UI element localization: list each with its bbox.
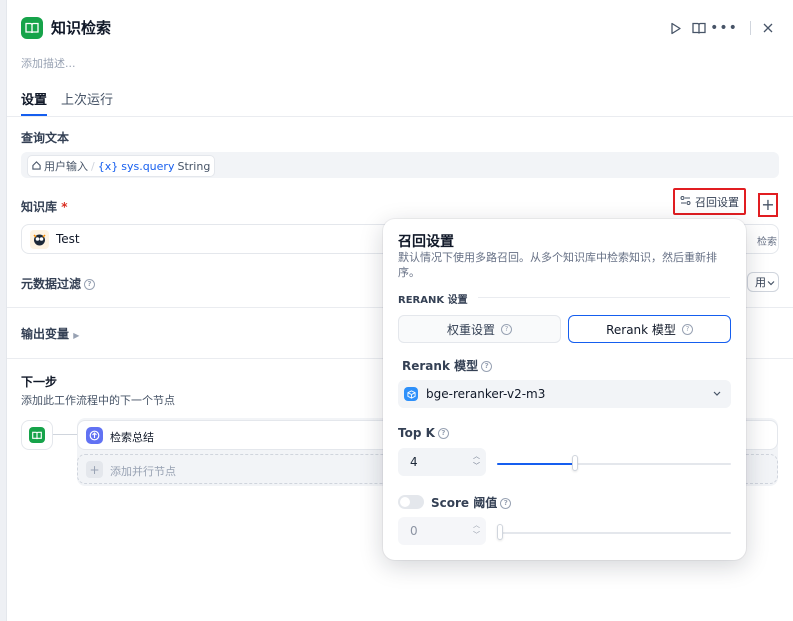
header-divider bbox=[750, 21, 751, 35]
more-icon[interactable]: ••• bbox=[710, 18, 737, 38]
required-mark: * bbox=[61, 200, 68, 214]
slider-thumb[interactable] bbox=[572, 455, 579, 471]
node-title[interactable]: 知识检索 bbox=[51, 17, 111, 39]
current-node-icon bbox=[21, 420, 53, 450]
stepper-up-icon[interactable]: ︿ bbox=[473, 451, 480, 461]
variable-name: sys.query bbox=[121, 159, 175, 173]
help-icon[interactable]: ? bbox=[681, 323, 693, 335]
score-threshold-toggle[interactable] bbox=[398, 495, 424, 509]
recall-settings-button[interactable]: 召回设置 bbox=[673, 188, 746, 215]
tab-last-run[interactable]: 上次运行 bbox=[61, 92, 113, 110]
slider-thumb[interactable] bbox=[497, 524, 503, 540]
metadata-filter-label: 元数据过滤? bbox=[21, 275, 96, 292]
knowledge-book-icon bbox=[21, 17, 43, 39]
help-icon[interactable]: ? bbox=[84, 279, 96, 290]
top-k-slider[interactable] bbox=[497, 455, 731, 471]
variable-source: 用户输入 bbox=[44, 160, 88, 173]
add-knowledge-button[interactable]: + bbox=[758, 193, 778, 217]
section-divider bbox=[478, 297, 730, 298]
help-icon[interactable]: ? bbox=[500, 498, 512, 509]
help-icon[interactable]: ? bbox=[501, 323, 512, 335]
close-icon[interactable] bbox=[758, 18, 778, 38]
variable-brace-icon: {x} bbox=[97, 159, 119, 173]
score-threshold-input[interactable]: 0 ︿ ﹀ bbox=[398, 517, 486, 545]
sliders-icon bbox=[680, 195, 691, 208]
summary-node-icon bbox=[86, 427, 103, 444]
home-icon bbox=[32, 160, 41, 173]
help-icon[interactable]: ? bbox=[481, 361, 493, 372]
stepper-down-icon[interactable]: ﹀ bbox=[473, 530, 480, 540]
knowledge-name: Test bbox=[56, 232, 80, 246]
caret-right-icon: ▶ bbox=[73, 331, 80, 340]
knowledge-book-icon bbox=[29, 427, 45, 443]
knowledge-retrieval-mode[interactable]: 检索 bbox=[757, 233, 777, 248]
next-step-label: 下一步 bbox=[21, 375, 58, 389]
path-separator: / bbox=[91, 159, 95, 173]
popover-description: 默认情况下使用多路召回。从多个知识库中检索知识，然后重新排序。 bbox=[398, 251, 717, 279]
knowledge-avatar-icon bbox=[30, 230, 49, 249]
knowledge-label: 知识库 * bbox=[21, 200, 68, 214]
description-input[interactable]: 添加描述... bbox=[21, 55, 76, 71]
top-k-label: Top K? bbox=[398, 426, 449, 440]
query-label: 查询文本 bbox=[21, 131, 70, 145]
query-variable-field[interactable]: 用户输入 / {x} sys.query String bbox=[21, 152, 779, 178]
toggle-knob bbox=[400, 497, 410, 507]
node-connector bbox=[53, 434, 77, 435]
stepper-down-icon[interactable]: ﹀ bbox=[473, 461, 480, 471]
book-open-icon[interactable] bbox=[689, 18, 709, 38]
recall-settings-popover: 召回设置 默认情况下使用多路召回。从多个知识库中检索知识，然后重新排序。 RER… bbox=[383, 219, 746, 560]
model-name: bge-reranker-v2-m3 bbox=[426, 387, 546, 401]
output-variables-toggle[interactable]: 输出变量 ▶ bbox=[21, 325, 79, 342]
next-node-label: 检索总结 bbox=[110, 431, 154, 444]
tab-weight-settings[interactable]: 权重设置? bbox=[398, 315, 561, 343]
score-threshold-label: Score 阈值? bbox=[431, 494, 512, 511]
popover-title: 召回设置 bbox=[398, 234, 454, 250]
tabs-divider bbox=[7, 116, 793, 117]
model-cube-icon bbox=[404, 387, 418, 401]
top-k-input[interactable]: 4 ︿ ﹀ bbox=[398, 448, 486, 476]
stepper-up-icon[interactable]: ︿ bbox=[473, 520, 480, 530]
help-icon[interactable]: ? bbox=[437, 428, 449, 439]
plus-icon: + bbox=[86, 461, 103, 478]
metadata-filter-select[interactable]: 用 bbox=[747, 272, 779, 292]
rerank-section-label: RERANK 设置 bbox=[398, 295, 468, 306]
variable-type: String bbox=[177, 159, 211, 173]
next-step-description: 添加此工作流程中的下一个节点 bbox=[21, 394, 175, 407]
rerank-model-label: Rerank 模型? bbox=[402, 357, 493, 374]
score-threshold-slider[interactable] bbox=[497, 524, 731, 540]
chevron-down-icon bbox=[713, 386, 721, 403]
rerank-model-select[interactable]: bge-reranker-v2-m3 bbox=[398, 380, 731, 408]
slider-fill bbox=[497, 463, 576, 465]
play-icon[interactable] bbox=[666, 18, 686, 38]
chevron-down-icon bbox=[767, 276, 775, 289]
variable-chip[interactable]: 用户输入 / {x} sys.query String bbox=[27, 155, 216, 177]
tab-settings[interactable]: 设置 bbox=[21, 92, 47, 110]
tab-rerank-model[interactable]: Rerank 模型? bbox=[568, 315, 731, 343]
